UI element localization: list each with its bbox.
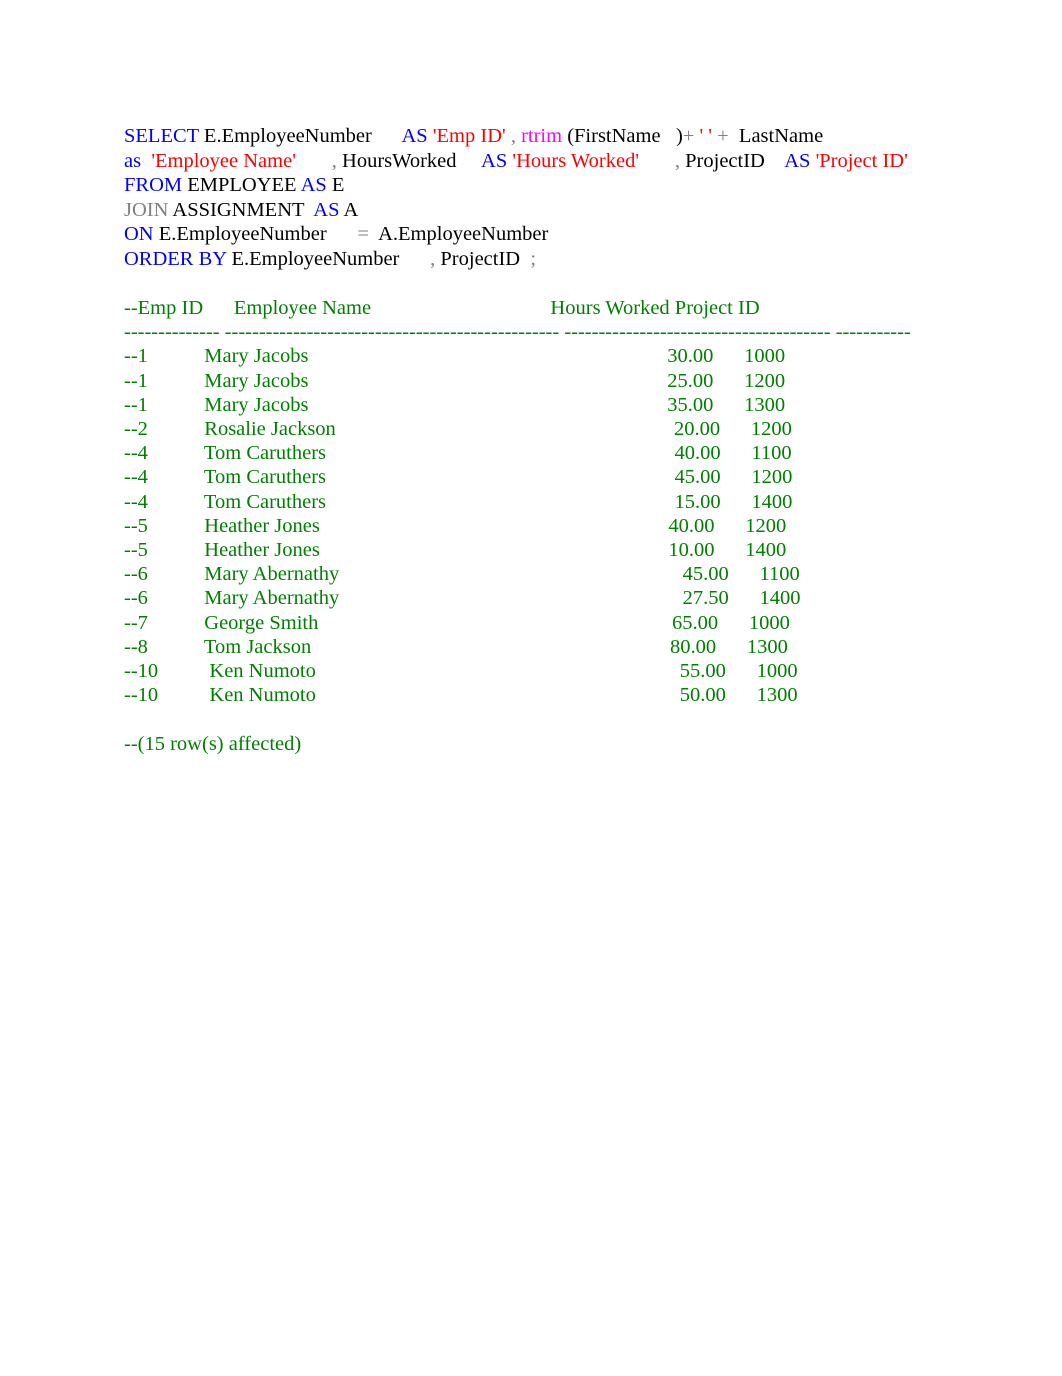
result-output-block[interactable]: --Emp ID Employee Name Hours Worked Proj… [124,296,914,756]
sql-line-order-by[interactable]: ORDER BY E.EmployeeNumber , ProjectID ; [124,247,914,272]
table-alias-a: A [339,198,359,221]
comma-operator-3: , [644,149,681,172]
keyword-as-join: AS [313,198,340,221]
table-row: --6 Mary Abernathy 45.00 1100 [124,563,800,586]
table-row: --1 Mary Jacobs 25.00 1200 [124,369,786,392]
column-projectid: ProjectID [680,149,785,172]
column-hoursworked: HoursWorked [336,149,482,172]
document-page: SELECT E.EmployeeNumber AS 'Emp ID' , rt… [0,0,1062,1376]
keyword-as-3: AS [481,149,508,172]
sql-line-from[interactable]: FROM EMPLOYEE AS E [124,173,914,198]
sql-line-select-cont[interactable]: as 'Employee Name' , HoursWorked AS 'Hou… [124,149,914,174]
keyword-order-by: ORDER BY [124,247,227,270]
blank-spacer-1 [124,272,914,296]
table-row: --6 Mary Abernathy 27.50 1400 [124,587,801,610]
keyword-join: JOIN [124,198,169,221]
orderby-column-1: E.EmployeeNumber [226,247,431,270]
table-row: --8 Tom Jackson 80.00 1300 [124,635,788,658]
string-literal-space: ' ' [694,125,718,147]
keyword-as: AS [401,125,428,147]
keyword-as-from: AS [300,174,327,197]
table-row: --2 Rosalie Jackson 20.00 1200 [124,417,792,440]
close-paren: ) [675,125,683,147]
join-right-column: A.EmployeeNumber [368,223,549,246]
table-row: --5 Heather Jones 10.00 1400 [124,538,787,561]
alias-employee-name: 'Employee Name' [141,149,296,172]
table-alias-e: E [326,174,345,197]
table-row: --10 Ken Numoto 55.00 1000 [124,660,798,682]
alias-project-id: 'Project ID' [810,149,908,172]
function-rtrim: rtrim [515,125,568,147]
table-row: --10 Ken Numoto 50.00 1300 [124,684,798,707]
orderby-column-2: ProjectID [435,247,531,270]
column-lastname: LastName [728,125,824,147]
plus-operator-1: + [682,125,695,147]
table-row: --1 Mary Jacobs 35.00 1300 [124,393,786,416]
sql-query-block[interactable]: SELECT E.EmployeeNumber AS 'Emp ID' , rt… [124,124,914,272]
keyword-from: FROM [124,174,183,197]
table-row: --4 Tom Caruthers 45.00 1200 [124,466,793,489]
alias-hours-worked: 'Hours Worked' [507,149,645,172]
keyword-select: SELECT [124,125,199,147]
sql-line-select[interactable]: SELECT E.EmployeeNumber AS 'Emp ID' , rt… [124,124,914,149]
semicolon-operator: ; [530,247,537,270]
table-employee: EMPLOYEE [182,174,301,197]
column-employeenumber: E.EmployeeNumber [198,125,402,147]
keyword-as-4: AS [784,149,811,172]
document-body: SELECT E.EmployeeNumber AS 'Emp ID' , rt… [124,124,914,756]
result-footer-rowcount: --(15 row(s) affected) [124,732,302,755]
plus-operator-2: + [717,125,729,147]
table-row: --1 Mary Jacobs 30.00 1000 [124,345,786,368]
result-header-row: --Emp ID Employee Name Hours Worked Proj… [124,296,760,319]
comma-operator-2: , [295,149,337,172]
keyword-as-lower: as [124,149,142,172]
table-row: --7 George Smith 65.00 1000 [124,611,790,634]
sql-line-on[interactable]: ON E.EmployeeNumber = A.EmployeeNumber [124,222,914,247]
equals-operator: = [357,223,369,246]
table-row: --5 Heather Jones 40.00 1200 [124,514,787,537]
result-separator-row: -------------- -------------------------… [124,321,911,344]
table-row: --4 Tom Caruthers 15.00 1400 [124,490,793,513]
join-left-column: E.EmployeeNumber [153,223,358,246]
sql-line-join[interactable]: JOIN ASSIGNMENT AS A [124,198,914,223]
table-row: --4 Tom Caruthers 40.00 1100 [124,442,792,465]
blank-spacer-2 [124,707,914,731]
table-assignment: ASSIGNMENT [168,198,314,221]
alias-emp-id: 'Emp ID' [427,125,511,147]
argument-firstname: (FirstName [567,125,676,147]
result-rows-container: --1 Mary Jacobs 30.00 1000 --1 Mary Jaco… [124,344,914,707]
keyword-on: ON [124,223,154,246]
